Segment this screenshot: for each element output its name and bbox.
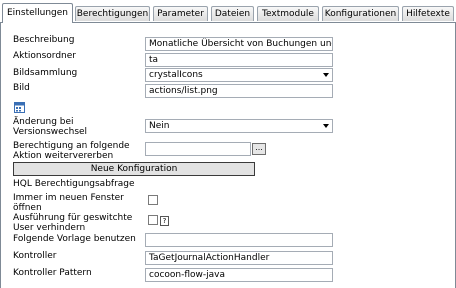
bild-label: Bild [13,83,30,93]
tab-berechtigungen[interactable]: Berechtigungen [75,6,150,21]
aktionsordner-label: Aktionsordner [13,51,76,61]
neues-fenster-label: Immer im neuen Fenster öffnen [13,193,124,213]
aktionsordner-input[interactable]: ta [145,53,333,67]
bildsammlung-select[interactable]: crystalIcons [145,68,333,82]
ausfuehrung-label: Ausführung für geswitchte User verhinder… [13,213,133,233]
chevron-down-icon [323,124,329,128]
browse-button[interactable]: ... [252,143,266,155]
bildsammlung-label: Bildsammlung [13,68,78,78]
neues-fenster-checkbox[interactable] [148,195,158,205]
vorlage-label: Folgende Vorlage benutzen [13,234,136,244]
berechtigung-input[interactable] [145,142,251,156]
bild-input[interactable]: actions/list.png [145,84,333,98]
beschreibung-label: Beschreibung [13,35,75,45]
kontroller-label: Kontroller [13,251,57,261]
tab-parameter[interactable]: Parameter [153,6,208,21]
tab-textmodule[interactable]: Textmodule [257,6,319,21]
tab-einstellungen[interactable]: Einstellungen [2,3,73,23]
versionswechsel-select[interactable]: Nein [145,119,333,133]
berechtigung-label: Berechtigung an folgende Aktion weiterve… [13,141,130,161]
help-icon[interactable]: ? [160,216,169,226]
tab-konfigurationen[interactable]: Konfigurationen [322,6,399,21]
tab-hilfetexte[interactable]: Hilfetexte [402,6,454,21]
versionswechsel-value: Nein [149,121,170,131]
ausfuehrung-checkbox[interactable] [148,215,158,225]
chevron-down-icon [323,73,329,77]
tab-dateien[interactable]: Dateien [211,6,254,21]
versionswechsel-label: Änderung bei Versionswechsel [13,117,88,137]
calendar-icon[interactable] [14,102,25,113]
beschreibung-input[interactable]: Monatliche Übersicht von Buchungen und Z [145,37,333,51]
tab-bar: Einstellungen Berechtigungen Parameter D… [0,0,456,24]
new-configuration-button[interactable]: Neue Konfiguration [13,162,255,176]
kontroller-pattern-label: Kontroller Pattern [13,268,92,278]
vorlage-input[interactable] [145,233,333,247]
kontroller-input[interactable]: TaGetJournalActionHandler [145,251,333,265]
hql-label: HQL Berechtigungsabfrage [13,179,135,189]
bildsammlung-value: crystalIcons [149,70,203,80]
kontroller-pattern-input[interactable]: cocoon-flow-java [145,268,333,282]
